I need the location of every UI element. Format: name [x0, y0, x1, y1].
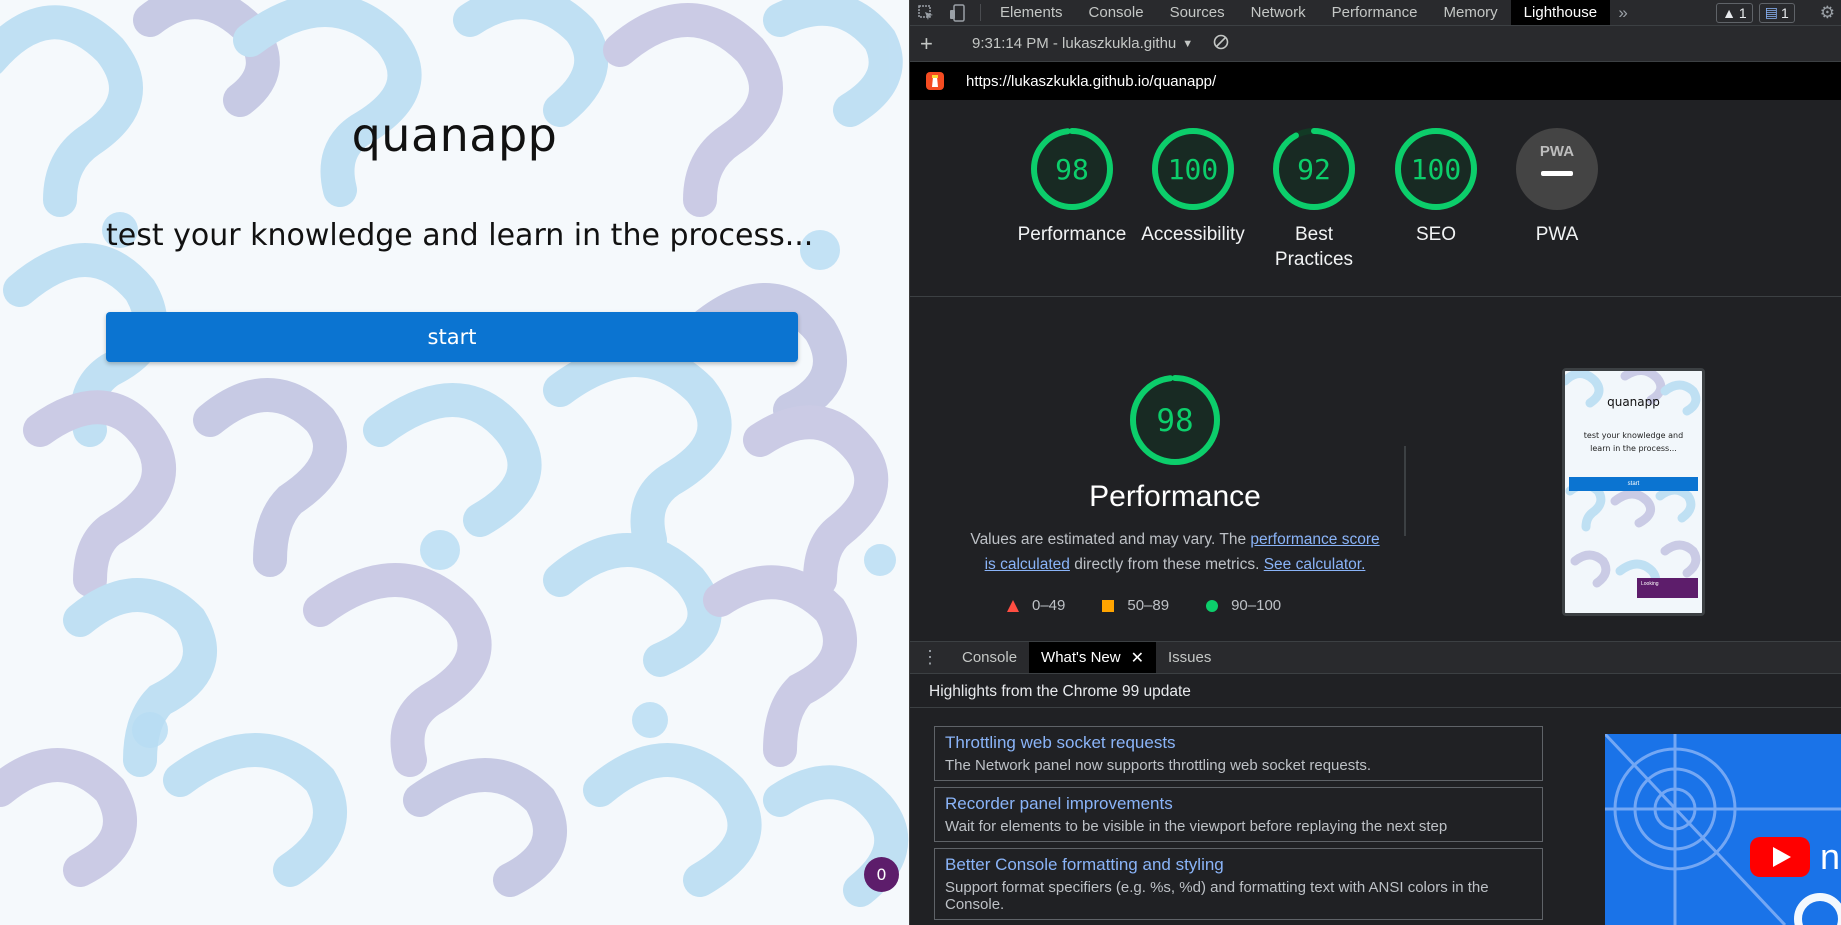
- performance-large-gauge: 98: [1130, 375, 1220, 465]
- thumbnail-start-button: start: [1569, 477, 1698, 491]
- device-toolbar-icon[interactable]: [942, 0, 974, 25]
- whats-new-item[interactable]: Throttling web socket requests The Netwo…: [934, 726, 1543, 781]
- gauge-ring: 92: [1273, 128, 1355, 210]
- whats-new-item-title[interactable]: Better Console formatting and styling: [945, 855, 1532, 875]
- whats-new-heading: Highlights from the Chrome 99 update: [910, 674, 1841, 708]
- app-subtitle: test your knowledge and learn in the pro…: [106, 218, 814, 253]
- lighthouse-toolbar: + 9:31:14 PM - lukaszkukla.githu ▼: [910, 26, 1841, 62]
- gauge-pwa[interactable]: PWA PWA: [1497, 126, 1617, 247]
- drawer-tab-console[interactable]: Console: [950, 642, 1029, 673]
- tab-sources[interactable]: Sources: [1157, 0, 1238, 25]
- report-selector[interactable]: 9:31:14 PM - lukaszkukla.githu ▼: [972, 35, 1193, 52]
- orange-square-icon: [1102, 599, 1115, 612]
- drawer-tab-whats-new[interactable]: What's New ✕: [1029, 642, 1157, 673]
- performance-description: Values are estimated and may vary. The p…: [970, 531, 1380, 573]
- whats-new-item-title[interactable]: Recorder panel improvements: [945, 794, 1532, 814]
- tab-network[interactable]: Network: [1238, 0, 1319, 25]
- toolbar-divider: [980, 4, 981, 21]
- score-legend: 0–49 50–89 90–100: [1006, 597, 1281, 614]
- legend-pass: 90–100: [1205, 597, 1281, 614]
- start-button[interactable]: start: [106, 312, 798, 362]
- gauge-value: 100: [1168, 153, 1219, 186]
- thumbnail-status-bar: Looking: [1637, 578, 1698, 598]
- gauge-value: 92: [1297, 153, 1331, 186]
- warning-triangle-icon: ▲: [1722, 4, 1736, 21]
- drawer-menu-icon[interactable]: ⋮: [910, 642, 950, 673]
- gauge-label: Best Practices: [1274, 224, 1354, 270]
- whats-new-item-title[interactable]: Throttling web socket requests: [945, 733, 1532, 753]
- whats-new-item-desc: Wait for elements to be visible in the v…: [945, 818, 1448, 835]
- see-calculator-link[interactable]: See calculator.: [1264, 556, 1366, 573]
- close-icon[interactable]: ✕: [1131, 648, 1144, 668]
- gauge-ring: 100: [1152, 128, 1234, 210]
- whats-new-item-desc: The Network panel now supports throttlin…: [945, 757, 1372, 774]
- warnings-counter[interactable]: ▲ 1: [1716, 2, 1753, 23]
- gauge-accessibility[interactable]: 100 Accessibility: [1133, 126, 1253, 247]
- app-title: quanapp: [351, 108, 558, 162]
- double-chevron-icon[interactable]: »: [1610, 0, 1636, 25]
- section-divider: [910, 296, 1841, 297]
- gauge-value: 98: [1055, 153, 1089, 186]
- whats-new-item[interactable]: Better Console formatting and styling Su…: [934, 848, 1543, 920]
- app-viewport: quanapp test your knowledge and learn in…: [0, 0, 909, 925]
- report-url[interactable]: https://lukaszkukla.github.io/quanapp/: [966, 73, 1216, 90]
- messages-counter[interactable]: ▤ 1: [1758, 2, 1795, 23]
- score-gauges: 98 Performance 100 Accessibility 92 Best…: [910, 126, 1841, 296]
- gauge-seo[interactable]: 100 SEO: [1376, 126, 1496, 247]
- thumbnail-subtitle: test your knowledge and learn in the pro…: [1583, 431, 1684, 453]
- devtools-tabbar: Elements Console Sources Network Perform…: [910, 0, 1841, 26]
- legend-average: 50–89: [1101, 597, 1169, 614]
- whats-new-list: Throttling web socket requests The Netwo…: [934, 726, 1543, 925]
- drawer-tab-issues[interactable]: Issues: [1156, 642, 1223, 673]
- green-circle-icon: [1206, 599, 1219, 612]
- tab-performance[interactable]: Performance: [1319, 0, 1431, 25]
- tab-elements[interactable]: Elements: [987, 0, 1076, 25]
- whats-new-item[interactable]: Recorder panel improvements Wait for ele…: [934, 787, 1543, 842]
- report-url-bar: https://lukaszkukla.github.io/quanapp/: [910, 62, 1841, 100]
- inspect-element-icon[interactable]: [910, 0, 942, 25]
- lighthouse-logo-icon: [926, 72, 944, 90]
- thumbnail-title: quanapp: [1607, 395, 1660, 409]
- new-report-plus-icon[interactable]: +: [920, 31, 950, 57]
- gauge-label: Accessibility: [1141, 224, 1245, 245]
- tab-console[interactable]: Console: [1076, 0, 1157, 25]
- message-icon: ▤: [1764, 4, 1778, 20]
- score-counter-badge: 0: [864, 857, 899, 892]
- gauge-best-practices[interactable]: 92 Best Practices: [1254, 126, 1374, 272]
- svg-text:n: n: [1820, 836, 1840, 877]
- pwa-badge-icon: PWA: [1516, 128, 1598, 210]
- dropdown-arrow-icon: ▼: [1182, 37, 1194, 50]
- gauge-label: SEO: [1415, 224, 1457, 245]
- gauge-value: 100: [1411, 153, 1462, 186]
- tab-lighthouse[interactable]: Lighthouse: [1510, 0, 1611, 25]
- tab-memory[interactable]: Memory: [1431, 0, 1511, 25]
- drawer-tabbar: ⋮ Console What's New ✕ Issues: [910, 641, 1841, 674]
- gauge-label: PWA: [1535, 224, 1579, 245]
- devtools-panel: Elements Console Sources Network Perform…: [909, 0, 1841, 925]
- gauge-ring: 100: [1395, 128, 1477, 210]
- performance-heading: Performance: [1089, 480, 1261, 513]
- red-triangle-icon: [1007, 599, 1019, 612]
- settings-gear-icon[interactable]: ⚙: [1820, 3, 1835, 23]
- whats-new-item-desc: Support format specifiers (e.g. %s, %d) …: [945, 879, 1489, 913]
- final-screenshot-thumbnail[interactable]: quanapp test your knowledge and learn in…: [1562, 368, 1705, 616]
- gauge-performance[interactable]: 98 Performance: [1012, 126, 1132, 247]
- clear-reports-icon[interactable]: [1213, 34, 1229, 54]
- whats-new-video-thumbnail[interactable]: n: [1605, 734, 1841, 925]
- video-thumbnail-graphic: n: [1605, 734, 1841, 925]
- svg-text:PWA: PWA: [1540, 143, 1574, 160]
- gauge-label: Performance: [1017, 224, 1127, 245]
- performance-divider: [1404, 446, 1406, 536]
- gauge-ring: 98: [1031, 128, 1113, 210]
- legend-fail: 0–49: [1006, 597, 1065, 614]
- performance-score-value: 98: [1156, 403, 1193, 439]
